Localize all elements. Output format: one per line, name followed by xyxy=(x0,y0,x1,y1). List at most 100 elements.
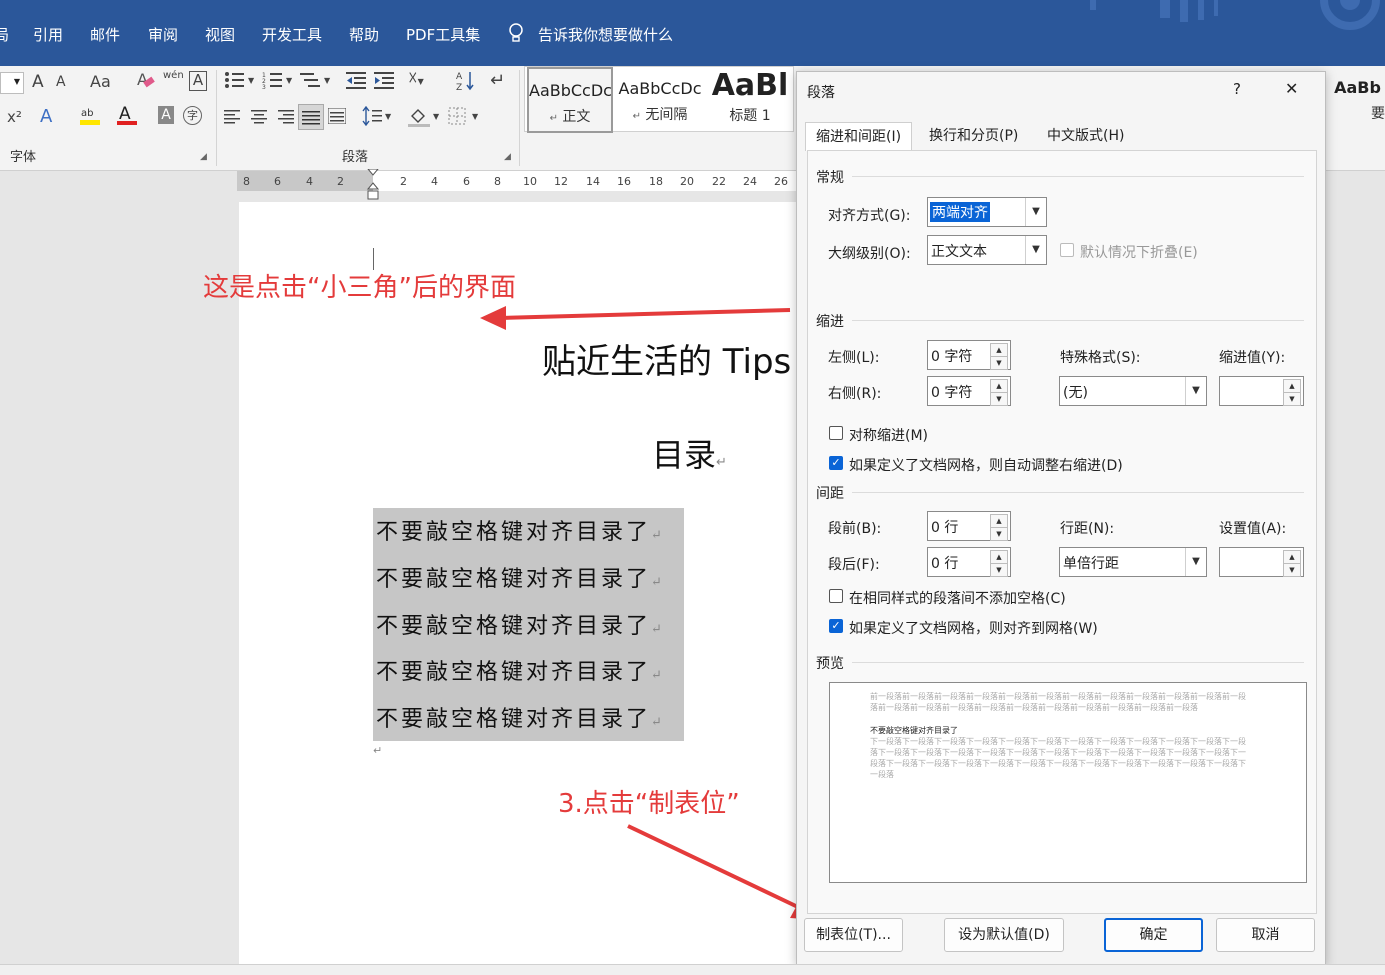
line-spacing-dropdown[interactable]: 单倍行距 ▼ xyxy=(1059,547,1207,577)
grow-font-icon[interactable]: A xyxy=(32,72,44,92)
character-border-icon[interactable]: A xyxy=(189,71,207,91)
spacing-before-stepper[interactable]: 0 行 ▲ ▼ xyxy=(927,511,1011,541)
clear-format-icon[interactable]: A xyxy=(137,70,155,94)
help-button[interactable]: ? xyxy=(1233,80,1241,98)
mirror-indents-checkbox[interactable] xyxy=(829,426,843,440)
borders-icon[interactable]: ▼ xyxy=(448,106,482,130)
tell-me-search[interactable]: 告诉我你想要做什么 xyxy=(538,24,673,45)
distributed-icon[interactable] xyxy=(327,107,347,128)
indent-left-stepper[interactable]: 0 字符 ▲ ▼ xyxy=(927,340,1011,370)
tab-line-page-breaks[interactable]: 换行和分页(P) xyxy=(919,122,1028,150)
snap-to-grid-checkbox[interactable]: ✓ xyxy=(829,619,843,633)
tab-review[interactable]: 审阅 xyxy=(148,24,178,45)
toc-line[interactable]: 不要敲空格键对齐目录了↵ xyxy=(376,514,665,546)
toc-line-text: 不要敲空格键对齐目录了 xyxy=(376,660,652,685)
tab-developer[interactable]: 开发工具 xyxy=(262,24,322,45)
enclose-characters-icon[interactable]: 字 xyxy=(183,106,202,125)
cancel-button[interactable]: 取消 xyxy=(1216,918,1315,952)
lightbulb-icon xyxy=(508,22,524,48)
font-color-icon[interactable]: A xyxy=(117,104,139,132)
collapse-checkbox[interactable] xyxy=(1060,243,1074,257)
shrink-font-icon[interactable]: A xyxy=(56,74,66,90)
toc-line[interactable]: 不要敲空格键对齐目录了↵ xyxy=(376,608,665,640)
stepper-up-icon[interactable]: ▲ xyxy=(990,379,1008,393)
stepper-down-icon[interactable]: ▼ xyxy=(990,527,1008,541)
spacing-at-stepper[interactable]: ▲ ▼ xyxy=(1219,547,1304,577)
tab-pdf-tools[interactable]: PDF工具集 xyxy=(406,24,480,45)
align-center-icon[interactable] xyxy=(250,108,268,128)
stepper-down-icon[interactable]: ▼ xyxy=(990,563,1008,577)
font-group-label: 字体 xyxy=(10,150,37,165)
style-heading-1[interactable]: AaBl 标题 1 xyxy=(707,67,793,133)
align-right-icon[interactable] xyxy=(276,108,294,128)
indent-marker-icon[interactable] xyxy=(366,168,380,205)
bullets-icon[interactable]: ▼ xyxy=(224,70,258,94)
alignment-dropdown[interactable]: 两端对齐 ▼ xyxy=(927,197,1047,227)
no-space-same-style-checkbox[interactable] xyxy=(829,589,843,603)
stepper-up-icon[interactable]: ▲ xyxy=(1283,379,1301,393)
multilevel-list-icon[interactable]: ▼ xyxy=(300,70,334,94)
ruler-tick: 20 xyxy=(680,175,694,188)
tab-asian-typography[interactable]: 中文版式(H) xyxy=(1037,122,1134,150)
auto-adjust-indent-checkbox[interactable]: ✓ xyxy=(829,456,843,470)
superscript-icon[interactable]: x² xyxy=(7,108,22,126)
stepper-up-icon[interactable]: ▲ xyxy=(990,343,1008,357)
align-left-icon[interactable] xyxy=(224,108,242,128)
shading-icon[interactable]: ▼ xyxy=(408,106,442,132)
style-heading-2[interactable]: AaBb 要 xyxy=(1330,66,1385,132)
tab-help[interactable]: 帮助 xyxy=(349,24,379,45)
text-effects-icon[interactable]: A xyxy=(40,106,52,127)
character-shading-icon[interactable]: A xyxy=(158,106,174,124)
horizontal-ruler[interactable]: 8 6 4 2 2 4 6 8 10 12 14 16 18 20 22 24 … xyxy=(237,168,797,200)
ruler-tick: 26 xyxy=(774,175,788,188)
paragraph-dialog-launcher-icon[interactable]: ◢ xyxy=(504,152,511,162)
stepper-down-icon[interactable]: ▼ xyxy=(1283,563,1301,577)
decrease-indent-icon[interactable] xyxy=(346,70,366,94)
style-no-spacing[interactable]: AaBbCcDc ↵ 无间隔 xyxy=(617,67,703,133)
stepper-up-icon[interactable]: ▲ xyxy=(1283,550,1301,564)
set-default-button[interactable]: 设为默认值(D) xyxy=(944,918,1064,952)
spacing-after-label: 段后(F): xyxy=(828,557,880,573)
tab-indents-spacing[interactable]: 缩进和间距(I) xyxy=(805,122,913,151)
stepper-up-icon[interactable]: ▲ xyxy=(990,550,1008,564)
indent-right-stepper[interactable]: 0 字符 ▲ ▼ xyxy=(927,376,1011,406)
tabs-button[interactable]: 制表位(T)... xyxy=(804,918,903,952)
toc-line[interactable]: 不要敲空格键对齐目录了↵ xyxy=(376,701,665,733)
font-dialog-launcher-icon[interactable]: ◢ xyxy=(200,152,207,162)
tab-layout[interactable]: 局 xyxy=(0,24,9,45)
numbering-icon[interactable]: 1 2 3 ▼ xyxy=(262,70,296,94)
sort-icon[interactable]: AZ xyxy=(456,70,476,96)
style-normal[interactable]: AaBbCcDc ↵ 正文 xyxy=(527,67,613,133)
highlight-icon[interactable]: ab xyxy=(80,104,102,132)
document-title[interactable]: 贴近生活的 Tips xyxy=(542,334,791,383)
stepper-down-icon[interactable]: ▼ xyxy=(1283,392,1301,406)
show-marks-icon[interactable]: ↵ xyxy=(490,70,505,91)
toc-selection[interactable]: 不要敲空格键对齐目录了↵ 不要敲空格键对齐目录了↵ 不要敲空格键对齐目录了↵ 不… xyxy=(373,508,684,741)
ok-button[interactable]: 确定 xyxy=(1104,918,1203,952)
tab-references[interactable]: 引用 xyxy=(33,24,63,45)
font-size-dropdown[interactable]: ▼ xyxy=(0,72,24,94)
increase-indent-icon[interactable] xyxy=(374,70,394,94)
justify-icon[interactable] xyxy=(298,104,324,130)
close-icon[interactable]: ✕ xyxy=(1285,79,1298,98)
chinese-layout-icon[interactable]: ☓▼ xyxy=(408,68,424,89)
change-case-icon[interactable]: Aa xyxy=(90,72,111,91)
stepper-down-icon[interactable]: ▼ xyxy=(990,356,1008,370)
dialog-title: 段落 xyxy=(807,85,835,101)
toc-heading[interactable]: 目录↵ xyxy=(652,430,727,476)
stepper-up-icon[interactable]: ▲ xyxy=(990,514,1008,528)
ruler-tick: 8 xyxy=(243,175,250,188)
phonetic-guide-icon[interactable]: wén xyxy=(163,70,184,81)
tab-view[interactable]: 视图 xyxy=(205,24,235,45)
stepper-down-icon[interactable]: ▼ xyxy=(990,392,1008,406)
paragraph-mark: ↵ xyxy=(651,575,665,590)
toc-line[interactable]: 不要敲空格键对齐目录了↵ xyxy=(376,561,665,593)
spacing-after-stepper[interactable]: 0 行 ▲ ▼ xyxy=(927,547,1011,577)
tab-mailings[interactable]: 邮件 xyxy=(90,24,120,45)
indent-by-stepper[interactable]: ▲ ▼ xyxy=(1219,376,1304,406)
line-spacing-icon[interactable]: ▼ xyxy=(362,105,394,130)
outline-level-dropdown[interactable]: 正文文本 ▼ xyxy=(927,235,1047,265)
toc-line[interactable]: 不要敲空格键对齐目录了↵ xyxy=(376,654,665,686)
special-indent-dropdown[interactable]: (无) ▼ xyxy=(1059,376,1207,406)
svg-text:▼: ▼ xyxy=(385,112,392,121)
